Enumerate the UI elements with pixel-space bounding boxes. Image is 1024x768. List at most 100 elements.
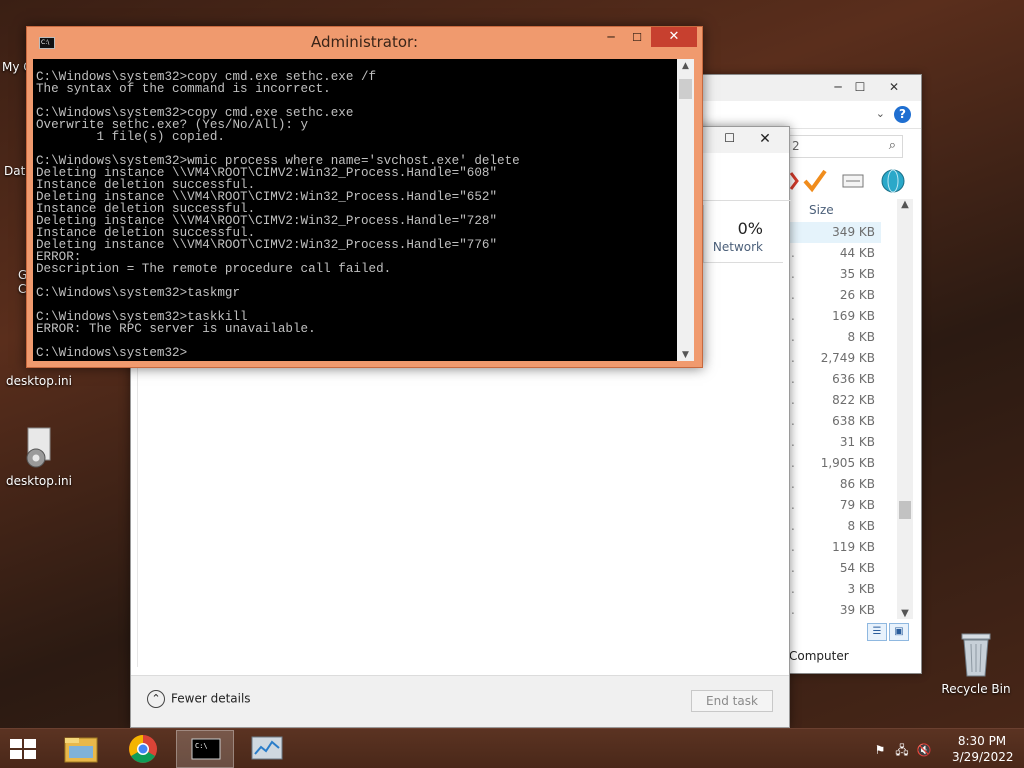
- row-marker: .: [791, 393, 795, 407]
- row-marker: .: [791, 372, 795, 386]
- table-row[interactable]: . 39 KB: [789, 600, 881, 621]
- scroll-down-icon[interactable]: ▼: [677, 350, 694, 360]
- table-row[interactable]: . 35 KB: [789, 264, 881, 285]
- row-marker: .: [791, 456, 795, 470]
- taskbar: C:\ ⚑ 🖧 🔇 8:30 PM 3/29/2022: [0, 728, 1024, 768]
- clock-time: 8:30 PM: [957, 734, 1007, 748]
- scroll-up-icon[interactable]: ▲: [677, 61, 694, 71]
- table-row[interactable]: . 8 KB: [789, 516, 881, 537]
- table-row[interactable]: . 8 KB: [789, 327, 881, 348]
- minimize-button[interactable]: ─: [829, 79, 847, 95]
- taskbar-chrome[interactable]: [114, 730, 172, 768]
- system-clock[interactable]: 8:30 PM 3/29/2022: [952, 733, 1014, 765]
- task-manager-icon: [251, 736, 283, 760]
- network-icon[interactable]: 🖧: [894, 741, 910, 757]
- file-size: 86 KB: [839, 477, 875, 491]
- checkmark-icon[interactable]: [803, 169, 827, 193]
- row-marker: .: [791, 309, 795, 323]
- details-view-icon[interactable]: ☰: [867, 623, 887, 641]
- start-button[interactable]: [10, 739, 36, 759]
- column-header-network[interactable]: 0% Network: [703, 205, 783, 263]
- desktop-icon-label: desktop.ini: [6, 474, 72, 488]
- delete-icon[interactable]: [789, 172, 799, 190]
- table-row[interactable]: . 636 KB: [789, 369, 881, 390]
- help-icon[interactable]: ?: [894, 106, 911, 123]
- explorer-ribbon: ⌄ ?: [701, 101, 921, 129]
- table-row[interactable]: . 169 KB: [789, 306, 881, 327]
- status-location: Computer: [789, 649, 849, 663]
- explorer-toolbar: [787, 167, 917, 197]
- table-row[interactable]: . 119 KB: [789, 537, 881, 558]
- scroll-down-icon[interactable]: ▼: [897, 608, 913, 619]
- file-size: 35 KB: [839, 267, 875, 281]
- settings-file-icon: [22, 426, 56, 470]
- close-button[interactable]: ✕: [651, 27, 697, 47]
- column-header-size[interactable]: Size: [801, 199, 881, 221]
- table-row[interactable]: . 79 KB: [789, 495, 881, 516]
- scroll-up-icon[interactable]: ▲: [897, 199, 913, 210]
- file-size: 44 KB: [839, 246, 875, 260]
- chevron-down-icon[interactable]: ⌄: [876, 107, 885, 120]
- table-row[interactable]: 349 KB: [789, 222, 881, 243]
- close-button[interactable]: ✕: [885, 79, 903, 95]
- volume-muted-icon[interactable]: 🔇: [916, 743, 932, 759]
- scroll-thumb[interactable]: [679, 79, 692, 99]
- table-row[interactable]: . 54 KB: [789, 558, 881, 579]
- file-size: 39 KB: [839, 603, 875, 617]
- windows-logo-pane: [24, 750, 36, 759]
- folder-icon: [64, 737, 98, 763]
- search-input[interactable]: 2 ⌕: [787, 135, 903, 158]
- row-marker: .: [791, 435, 795, 449]
- action-center-flag-icon[interactable]: ⚑: [872, 743, 888, 759]
- desktop-icon-recycle-bin[interactable]: Recycle Bin: [938, 630, 1014, 696]
- row-marker: .: [791, 498, 795, 512]
- file-size: 636 KB: [832, 372, 875, 386]
- table-row[interactable]: . 31 KB: [789, 432, 881, 453]
- table-row[interactable]: . 2,749 KB: [789, 348, 881, 369]
- file-size: 8 KB: [847, 519, 875, 533]
- large-icons-view-icon[interactable]: ▣: [889, 623, 909, 641]
- file-size: 638 KB: [832, 414, 875, 428]
- console-output-area[interactable]: C:\Windows\system32>copy cmd.exe sethc.e…: [33, 59, 677, 361]
- windows-logo-pane: [10, 750, 22, 759]
- minimize-button[interactable]: ─: [599, 27, 623, 49]
- end-task-button[interactable]: End task: [691, 690, 773, 712]
- taskbar-file-explorer[interactable]: [52, 730, 110, 768]
- table-row[interactable]: . 1,905 KB: [789, 453, 881, 474]
- table-row[interactable]: . 3 KB: [789, 579, 881, 600]
- table-row[interactable]: . 44 KB: [789, 243, 881, 264]
- close-button[interactable]: ✕: [741, 127, 789, 151]
- cmd-titlebar[interactable]: C:\ Administrator: ─ ☐ ✕: [27, 27, 702, 59]
- row-marker: .: [791, 330, 795, 344]
- file-size: 119 KB: [832, 540, 875, 554]
- table-row[interactable]: . 822 KB: [789, 390, 881, 411]
- rename-icon[interactable]: [842, 174, 864, 188]
- row-marker: .: [791, 561, 795, 575]
- maximize-button[interactable]: ☐: [724, 131, 735, 145]
- taskbar-task-manager[interactable]: [238, 730, 296, 768]
- windows-logo-icon: [10, 739, 22, 748]
- table-row[interactable]: . 638 KB: [789, 411, 881, 432]
- row-marker: .: [791, 603, 795, 617]
- maximize-button[interactable]: ☐: [851, 79, 869, 95]
- globe-icon[interactable]: [881, 169, 905, 193]
- row-marker: .: [791, 477, 795, 491]
- taskbar-command-prompt[interactable]: C:\: [176, 730, 234, 768]
- clock-date: 3/29/2022: [952, 750, 1014, 764]
- scroll-thumb[interactable]: [899, 501, 911, 519]
- maximize-button[interactable]: ☐: [625, 27, 649, 49]
- cmd-icon: C:\: [191, 738, 221, 760]
- row-marker: .: [791, 414, 795, 428]
- recycle-bin-icon: [956, 630, 996, 678]
- file-size: 79 KB: [839, 498, 875, 512]
- search-icon: ⌕: [888, 138, 896, 153]
- row-marker: .: [791, 288, 795, 302]
- console-scrollbar[interactable]: ▲ ▼: [677, 59, 694, 361]
- explorer-scrollbar[interactable]: ▲ ▼: [897, 199, 913, 619]
- table-row[interactable]: . 86 KB: [789, 474, 881, 495]
- console-output: C:\Windows\system32>copy cmd.exe sethc.e…: [36, 70, 520, 360]
- explorer-titlebar: ─ ☐ ✕: [701, 75, 921, 101]
- desktop-icon-desktop-ini-2[interactable]: desktop.ini: [3, 426, 75, 488]
- table-row[interactable]: . 26 KB: [789, 285, 881, 306]
- fewer-details-button[interactable]: ⌃ Fewer details: [147, 690, 251, 708]
